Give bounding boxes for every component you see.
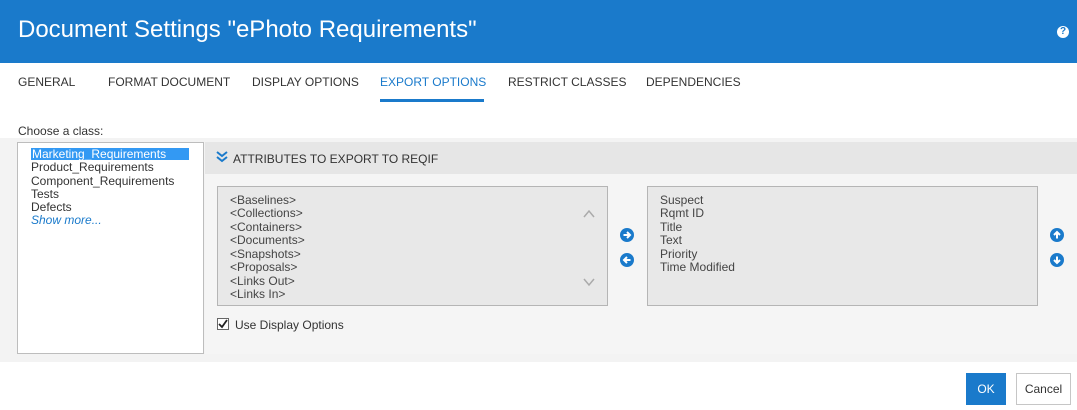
class-item-product-requirements[interactable]: Product_Requirements [31,161,154,173]
available-attribute-item[interactable]: <Documents> [230,234,305,246]
tab-display-options[interactable]: DISPLAY OPTIONS [252,75,359,89]
selected-attribute-item[interactable]: Suspect [660,194,703,206]
selected-attribute-item[interactable]: Priority [660,248,697,260]
tab-general[interactable]: GENERAL [18,75,75,89]
choose-class-label: Choose a class: [18,124,104,138]
active-tab-indicator [380,99,484,102]
available-attribute-item[interactable]: <Snapshots> [230,248,301,260]
arrow-left-icon [622,256,631,264]
attributes-section-header[interactable]: ATTRIBUTES TO EXPORT TO REQIF [205,142,1077,174]
available-attribute-item[interactable]: <Links In> [230,288,285,300]
double-chevron-down-icon [216,151,228,163]
cancel-button[interactable]: Cancel [1016,373,1071,405]
available-attribute-item[interactable]: <Proposals> [230,261,297,273]
class-item-component-requirements[interactable]: Component_Requirements [31,175,174,187]
tab-bar: GENERAL FORMAT DOCUMENT DISPLAY OPTIONS … [0,63,1077,103]
tab-dependencies[interactable]: DEPENDENCIES [646,75,741,89]
selected-attribute-item[interactable]: Title [660,221,682,233]
selected-attributes-list[interactable]: Suspect Rqmt ID Title Text Priority Time… [647,186,1038,306]
class-item-tests[interactable]: Tests [31,188,59,200]
selected-attribute-item[interactable]: Time Modified [660,261,735,273]
move-left-button[interactable] [620,253,634,267]
class-item-defects[interactable]: Defects [31,201,72,213]
available-attribute-item[interactable]: <Baselines> [230,194,296,206]
ok-button[interactable]: OK [966,373,1006,405]
checkmark-icon [218,319,228,329]
available-attribute-item[interactable]: <Collections> [230,207,303,219]
available-attributes-list[interactable]: <Baselines> <Collections> <Containers> <… [217,186,608,306]
arrow-down-icon [1053,256,1061,265]
dialog-header: Document Settings "ePhoto Requirements" … [0,0,1077,63]
move-right-button[interactable] [620,228,634,242]
scroll-down-icon[interactable] [583,277,595,287]
arrow-up-icon [1053,230,1061,239]
selected-attribute-item[interactable]: Text [660,234,682,246]
show-more-link[interactable]: Show more... [31,214,102,226]
dialog-footer [0,362,1077,410]
tab-format-document[interactable]: FORMAT DOCUMENT [108,75,230,89]
available-attribute-item[interactable]: <Containers> [230,221,302,233]
use-display-options-label: Use Display Options [235,318,344,332]
class-item-marketing-requirements[interactable]: Marketing_Requirements [31,148,189,160]
available-attribute-item[interactable]: <Links Out> [230,275,295,287]
class-list[interactable]: Marketing_Requirements Product_Requireme… [17,142,204,354]
move-down-button[interactable] [1050,253,1064,267]
move-up-button[interactable] [1050,228,1064,242]
tab-restrict-classes[interactable]: RESTRICT CLASSES [508,75,626,89]
dialog-title: Document Settings "ePhoto Requirements" [18,16,477,43]
arrow-right-icon [623,231,632,239]
question-circle-icon[interactable]: ? [1057,26,1069,38]
scroll-up-icon[interactable] [583,209,595,219]
attributes-section-title: ATTRIBUTES TO EXPORT TO REQIF [233,152,439,166]
tab-export-options[interactable]: EXPORT OPTIONS [380,75,486,89]
selected-attribute-item[interactable]: Rqmt ID [660,207,704,219]
use-display-options-checkbox[interactable] [217,318,229,330]
